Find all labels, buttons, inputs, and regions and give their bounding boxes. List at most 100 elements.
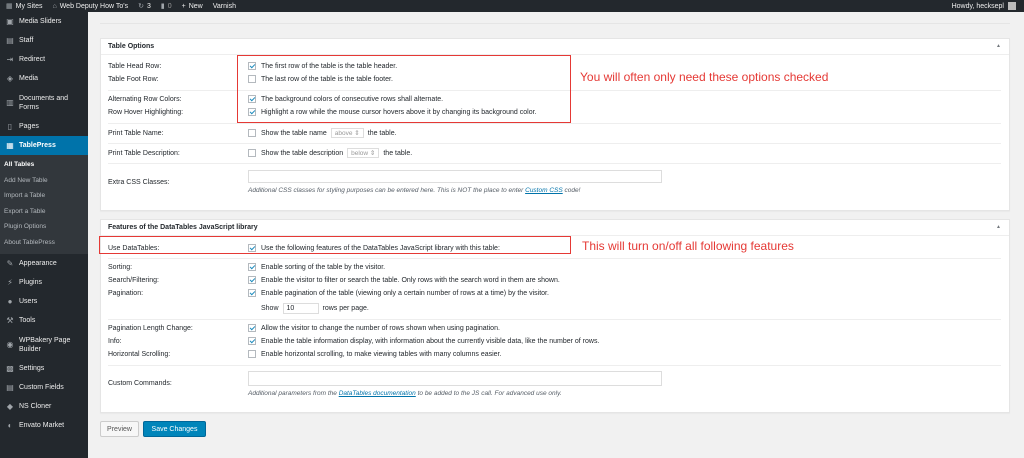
sidebar-item-documents[interactable]: ▥ Documents and Forms: [0, 88, 88, 117]
length-change-checkbox[interactable]: [248, 324, 256, 332]
datatables-docs-link[interactable]: DataTables documentation: [339, 390, 416, 397]
print-name-label: Print Table Name:: [108, 129, 164, 137]
sidebar-item-media[interactable]: ◈ Media: [0, 69, 88, 88]
pagination-checkbox[interactable]: [248, 289, 256, 297]
length-change-option: Pagination Length Change: Allow the visi…: [108, 324, 1003, 332]
preview-button[interactable]: Preview: [100, 421, 139, 437]
redirect-icon: ⇥: [6, 55, 14, 64]
sidebar-item-ns-cloner[interactable]: ◆ NS Cloner: [0, 397, 88, 416]
print-desc-checkbox[interactable]: [248, 149, 256, 157]
plugin-icon: ⚡: [7, 278, 13, 287]
sidebar-item-tablepress[interactable]: ▦ TablePress: [0, 136, 88, 155]
search-checkbox[interactable]: [248, 276, 256, 284]
divider: [108, 143, 1001, 144]
staff-icon: ▤: [6, 36, 14, 45]
my-sites-link[interactable]: ▦ My Sites: [6, 2, 43, 11]
collapse-arrow-icon[interactable]: ▲: [996, 43, 1001, 49]
sidebar-item-pages[interactable]: ▯ Pages: [0, 117, 88, 136]
sidebar-item-label: Custom Fields: [19, 384, 64, 391]
submenu-add-new-table[interactable]: Add New Table: [0, 173, 88, 189]
site-name-link[interactable]: ⌂ Web Deputy How To's: [52, 3, 128, 10]
cloner-icon: ◆: [6, 402, 14, 411]
sites-icon: ▦: [6, 3, 13, 10]
rows-per-page-input[interactable]: 10: [282, 303, 319, 314]
css-help-suffix: code!: [562, 187, 581, 194]
tools-icon: ⚒: [6, 316, 14, 325]
sidebar-item-plugins[interactable]: ⚡ Plugins: [0, 273, 88, 292]
css-classes-label: Extra CSS Classes:: [108, 179, 170, 186]
sorting-checkbox[interactable]: [248, 263, 256, 271]
slides-icon: ▣: [6, 17, 14, 26]
admin-bar: ▦ My Sites ⌂ Web Deputy How To's ↻ 3 ▮ 0 + Ne…: [0, 0, 1024, 12]
select-arrows-icon: ⇕: [354, 130, 360, 137]
sidebar-item-envato[interactable]: ◐ Envato Market: [0, 416, 88, 435]
print-name-option: Print Table Name: Show the table name abo…: [108, 128, 1003, 138]
sidebar-item-label: Plugins: [19, 279, 42, 286]
sidebar-item-settings[interactable]: ▩ Settings: [0, 359, 88, 378]
annotation-box-options: [237, 55, 571, 123]
builder-icon: ◉: [6, 340, 14, 349]
varnish-label: Varnish: [212, 2, 236, 10]
datatables-header[interactable]: Features of the DataTables JavaScript li…: [101, 220, 1009, 236]
show-label: Show: [261, 305, 279, 312]
info-checkbox[interactable]: [248, 337, 256, 345]
sidebar-item-label: Tools: [19, 317, 36, 324]
table-options-header[interactable]: Table Options ▲: [101, 39, 1009, 55]
sidebar-item-label: Appearance: [19, 260, 57, 267]
submenu-import-table[interactable]: Import a Table: [0, 188, 88, 204]
sidebar-item-redirect[interactable]: ⇥ Redirect: [0, 50, 88, 69]
updates-link[interactable]: ↻ 3: [138, 2, 151, 11]
custom-commands-label: Custom Commands:: [108, 380, 172, 387]
sidebar-item-users[interactable]: ● Users: [0, 292, 88, 311]
varnish-link[interactable]: Varnish: [213, 3, 236, 10]
custom-css-link[interactable]: Custom CSS: [525, 187, 563, 194]
print-desc-label: Print Table Description:: [108, 149, 180, 157]
hscroll-option: Horizontal Scrolling: Enable horizontal …: [108, 350, 1003, 358]
tablepress-submenu: All Tables Add New Table Import a Table …: [0, 155, 88, 254]
print-desc-select[interactable]: below ⇕: [347, 148, 380, 158]
sidebar-item-media-sliders[interactable]: ▣ Media Sliders: [0, 12, 88, 31]
account-menu[interactable]: Howdy, hecksepl: [952, 0, 1016, 12]
sorting-label: Sorting:: [108, 263, 133, 271]
sidebar-item-tools[interactable]: ⚒ Tools: [0, 311, 88, 330]
submenu-export-table[interactable]: Export a Table: [0, 204, 88, 220]
datatables-title: Features of the DataTables JavaScript li…: [108, 224, 258, 231]
submenu-about-tablepress[interactable]: About TablePress: [0, 235, 88, 251]
pagination-option: Pagination: Enable pagination of the tab…: [108, 289, 1003, 297]
sorting-option: Sorting: Enable sorting of the table by …: [108, 263, 1003, 271]
comments-link[interactable]: ▮ 0: [160, 2, 172, 11]
divider: [108, 163, 1001, 164]
print-name-checkbox[interactable]: [248, 129, 256, 137]
info-label: Info:: [108, 337, 122, 345]
custom-commands-input[interactable]: [248, 371, 662, 386]
collapse-arrow-icon[interactable]: ▲: [996, 224, 1001, 230]
print-name-select[interactable]: above ⇕: [330, 128, 364, 138]
divider: [108, 258, 1001, 259]
head-row-label: Table Head Row:: [108, 62, 162, 70]
print-name-select-value: above: [334, 129, 353, 137]
length-change-text: Allow the visitor to change the number o…: [261, 324, 500, 332]
submenu-all-tables[interactable]: All Tables: [0, 157, 88, 173]
comment-icon: ▮: [160, 3, 165, 10]
admin-sidebar: ▣ Media Sliders ▤ Staff ⇥ Redirect ◈ Media ▥…: [0, 12, 88, 458]
print-desc-select-value: below: [351, 149, 369, 157]
divider: [108, 319, 1001, 320]
pagination-text: Enable pagination of the table (viewing …: [261, 289, 549, 297]
sidebar-item-staff[interactable]: ▤ Staff: [0, 31, 88, 50]
search-text: Enable the visitor to filter or search t…: [261, 276, 560, 284]
hscroll-checkbox[interactable]: [248, 350, 256, 358]
css-classes-input[interactable]: [248, 170, 662, 183]
select-arrows-icon: ⇕: [369, 150, 376, 157]
length-change-label: Pagination Length Change:: [108, 324, 193, 332]
sidebar-item-label: TablePress: [19, 142, 56, 149]
save-changes-button[interactable]: Save Changes: [143, 421, 206, 437]
my-sites-label: My Sites: [15, 2, 43, 10]
sidebar-item-custom-fields[interactable]: ▤ Custom Fields: [0, 378, 88, 397]
new-content-link[interactable]: + New: [182, 3, 203, 10]
divider: [108, 123, 1001, 124]
sidebar-item-appearance[interactable]: ✎ Appearance: [0, 254, 88, 273]
submenu-plugin-options[interactable]: Plugin Options: [0, 219, 88, 235]
fields-icon: ▤: [6, 383, 14, 392]
sidebar-item-wpbakery[interactable]: ◉ WPBakery Page Builder: [0, 330, 88, 359]
rows-per-page-option: Show 10 rows per page.: [261, 303, 561, 314]
